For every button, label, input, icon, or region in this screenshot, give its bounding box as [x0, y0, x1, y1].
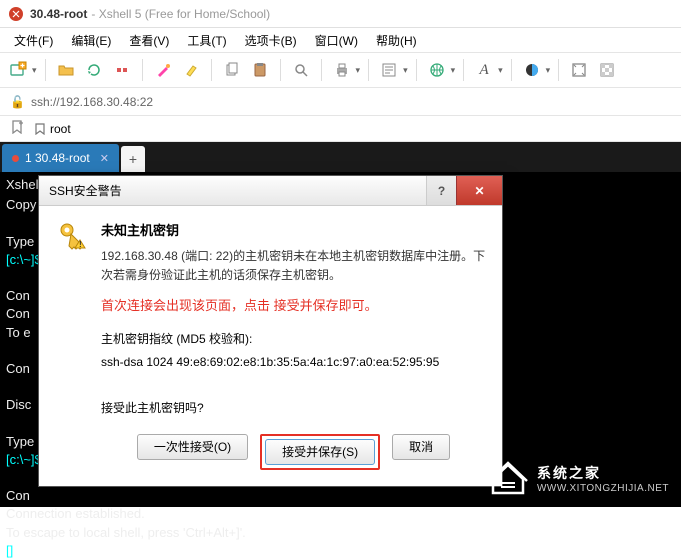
colorscheme-icon[interactable]	[520, 58, 544, 82]
house-icon	[487, 459, 529, 497]
watermark: 系统之家 WWW.XITONGZHIJIA.NET	[487, 459, 669, 497]
disconnect-icon[interactable]	[110, 58, 134, 82]
menu-file[interactable]: 文件(F)	[6, 30, 61, 51]
menu-help[interactable]: 帮助(H)	[368, 30, 425, 51]
separator	[45, 59, 46, 81]
dropdown-icon[interactable]: ▾	[32, 65, 37, 76]
highlight-icon[interactable]	[179, 58, 203, 82]
separator	[142, 59, 143, 81]
dropdown-icon[interactable]: ▾	[451, 65, 456, 76]
dialog-close-button[interactable]: ✕	[456, 176, 502, 205]
separator	[211, 59, 212, 81]
annotation-text: 首次连接会出现该页面，点击 接受并保存即可。	[101, 295, 486, 314]
fingerprint-label: 主机密钥指纹 (MD5 校验和):	[101, 328, 486, 351]
svg-text:!: !	[79, 240, 82, 249]
separator	[280, 59, 281, 81]
fullscreen-icon[interactable]	[567, 58, 591, 82]
menubar: 文件(F) 编辑(E) 查看(V) 工具(T) 选项卡(B) 窗口(W) 帮助(…	[0, 28, 681, 52]
lock-icon: 🔓	[10, 95, 25, 109]
transparency-icon[interactable]	[595, 58, 619, 82]
terminal-prompt: []	[6, 542, 675, 560]
paste-icon[interactable]	[248, 58, 272, 82]
dropdown-icon[interactable]: ▾	[498, 65, 503, 76]
font-icon[interactable]: A	[472, 58, 496, 82]
key-warning-icon: !	[55, 220, 91, 256]
ssh-warning-dialog: SSH安全警告 ? ✕ ! 未知主机密钥 192.168.30.48 (端口: …	[38, 175, 503, 487]
dialog-title: SSH安全警告	[49, 182, 122, 199]
dialog-help-button[interactable]: ?	[426, 176, 456, 205]
dialog-titlebar[interactable]: SSH安全警告 ? ✕	[39, 176, 502, 206]
separator	[368, 59, 369, 81]
add-bookmark-icon[interactable]	[10, 120, 24, 137]
new-session-icon[interactable]	[6, 58, 30, 82]
dropdown-icon[interactable]: ▾	[356, 65, 361, 76]
tabstrip: 1 30.48-root ✕ +	[0, 142, 681, 172]
menu-view[interactable]: 查看(V)	[121, 30, 177, 51]
address-text[interactable]: ssh://192.168.30.48:22	[31, 95, 153, 109]
app-icon	[8, 6, 24, 22]
dialog-body: ! 未知主机密钥 192.168.30.48 (端口: 22)的主机密钥未在本地…	[39, 206, 502, 486]
watermark-url: WWW.XITONGZHIJIA.NET	[537, 483, 669, 494]
bookmark-root[interactable]: root	[34, 122, 71, 136]
menu-window[interactable]: 窗口(W)	[307, 30, 366, 51]
title-host: 30.48-root	[30, 7, 87, 21]
addressbar: 🔓 ssh://192.168.30.48:22	[0, 88, 681, 116]
separator	[558, 59, 559, 81]
confirm-text: 接受此主机密钥吗?	[101, 397, 486, 420]
new-tab-button[interactable]: +	[121, 146, 145, 172]
print-icon[interactable]	[330, 58, 354, 82]
color-icon[interactable]	[151, 58, 175, 82]
find-icon[interactable]	[289, 58, 313, 82]
watermark-name: 系统之家	[537, 463, 669, 483]
accept-save-button[interactable]: 接受并保存(S)	[265, 439, 375, 465]
accept-once-button[interactable]: 一次性接受(O)	[137, 434, 248, 460]
title-app: - Xshell 5 (Free for Home/School)	[91, 7, 270, 21]
open-icon[interactable]	[54, 58, 78, 82]
separator	[463, 59, 464, 81]
reconnect-icon[interactable]	[82, 58, 106, 82]
terminal-line: Connection established.	[6, 505, 675, 523]
menu-edit[interactable]: 编辑(E)	[63, 30, 119, 51]
window-titlebar: 30.48-root - Xshell 5 (Free for Home/Sch…	[0, 0, 681, 28]
dialog-message: 192.168.30.48 (端口: 22)的主机密钥未在本地主机密钥数据库中注…	[101, 247, 486, 285]
menu-tabs[interactable]: 选项卡(B)	[237, 30, 305, 51]
terminal-line: To escape to local shell, press 'Ctrl+Al…	[6, 524, 675, 542]
session-tab[interactable]: 1 30.48-root ✕	[2, 144, 119, 172]
fingerprint-value: ssh-dsa 1024 49:e8:69:02:e8:1b:35:5a:4a:…	[101, 351, 486, 374]
separator	[321, 59, 322, 81]
dropdown-icon[interactable]: ▾	[546, 65, 551, 76]
status-dot-icon	[12, 155, 19, 162]
dialog-heading: 未知主机密钥	[101, 220, 486, 239]
bookmarkbar: root	[0, 116, 681, 142]
separator	[511, 59, 512, 81]
close-tab-icon[interactable]: ✕	[100, 152, 109, 165]
separator	[416, 59, 417, 81]
copy-icon[interactable]	[220, 58, 244, 82]
highlight-box: 接受并保存(S)	[260, 434, 380, 470]
properties-icon[interactable]	[377, 58, 401, 82]
tab-label: 1 30.48-root	[25, 151, 90, 165]
menu-tools[interactable]: 工具(T)	[179, 30, 234, 51]
toolbar: ▾ ▾ ▾ ▾ A ▾ ▾	[0, 52, 681, 88]
dropdown-icon[interactable]: ▾	[403, 65, 408, 76]
globe-icon[interactable]	[425, 58, 449, 82]
cancel-button[interactable]: 取消	[392, 434, 450, 460]
